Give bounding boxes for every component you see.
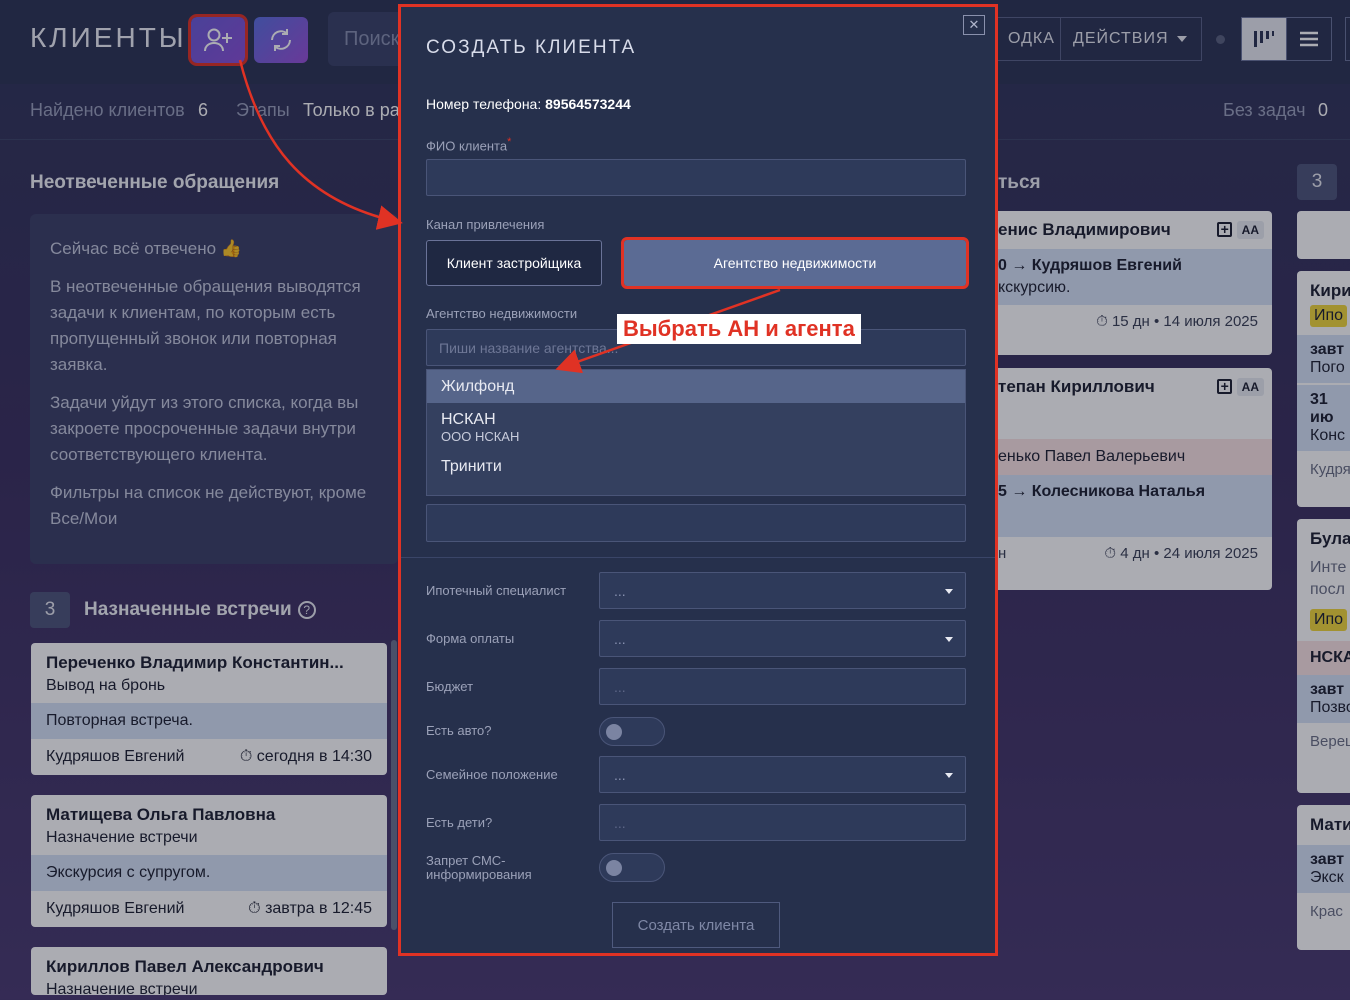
budget-input[interactable]: ... (599, 668, 966, 705)
kids-input[interactable]: ... (599, 804, 966, 841)
dropdown-option-zhilfond[interactable]: Жилфонд (427, 370, 965, 403)
modal-title: СОЗДАТЬ КЛИЕНТА (426, 37, 637, 58)
mortgage-label: Ипотечный специалист (426, 583, 567, 598)
family-select[interactable]: ... (599, 756, 966, 793)
phone-value: 89564573244 (545, 96, 631, 112)
create-client-modal: СОЗДАТЬ КЛИЕНТА ✕ Номер телефона: 895645… (398, 4, 998, 956)
select-value: ... (614, 767, 626, 783)
phone-label: Номер телефона: (426, 96, 542, 112)
budget-label: Бюджет (426, 679, 474, 694)
comment-textarea[interactable] (426, 504, 966, 542)
payment-label: Форма оплаты (426, 631, 515, 646)
close-icon[interactable]: ✕ (963, 15, 985, 35)
chevron-down-icon (945, 773, 953, 778)
channel-agency-button[interactable]: Агентство недвижимости (621, 237, 969, 289)
phone-number: Номер телефона: 89564573244 (426, 96, 631, 112)
select-value: ... (614, 583, 626, 599)
agency-dropdown: Жилфонд НСКАН ООО НСКАН Тринити (426, 369, 966, 496)
option-subtitle: ООО НСКАН (441, 429, 520, 444)
sms-toggle[interactable] (599, 853, 665, 882)
fio-input[interactable] (426, 159, 966, 196)
chevron-down-icon (945, 637, 953, 642)
select-value: ... (614, 631, 626, 647)
channel-developer-button[interactable]: Клиент застройщика (426, 240, 602, 286)
required-mark: * (507, 136, 512, 148)
family-label: Семейное положение (426, 767, 558, 782)
channel-label: Канал привлечения (426, 217, 545, 232)
dropdown-option-nskan[interactable]: НСКАН ООО НСКАН (427, 403, 965, 444)
payment-select[interactable]: ... (599, 620, 966, 657)
option-name: НСКАН (441, 411, 496, 428)
fio-label-text: ФИО клиента (426, 138, 508, 154)
fio-label: ФИО клиента* (426, 136, 511, 153)
dropdown-option-triniti[interactable]: Тринити (427, 444, 965, 476)
mortgage-select[interactable]: ... (599, 572, 966, 609)
annotation-callout: Выбрать АН и агента (617, 314, 861, 344)
sms-label: Запрет СМС-информирования (426, 853, 532, 882)
car-label: Есть авто? (426, 723, 492, 738)
divider (401, 557, 995, 558)
chevron-down-icon (945, 589, 953, 594)
create-client-button[interactable]: Создать клиента (612, 902, 780, 948)
kids-label: Есть дети? (426, 815, 493, 830)
agency-label: Агентство недвижимости (426, 306, 578, 321)
car-toggle[interactable] (599, 717, 665, 746)
